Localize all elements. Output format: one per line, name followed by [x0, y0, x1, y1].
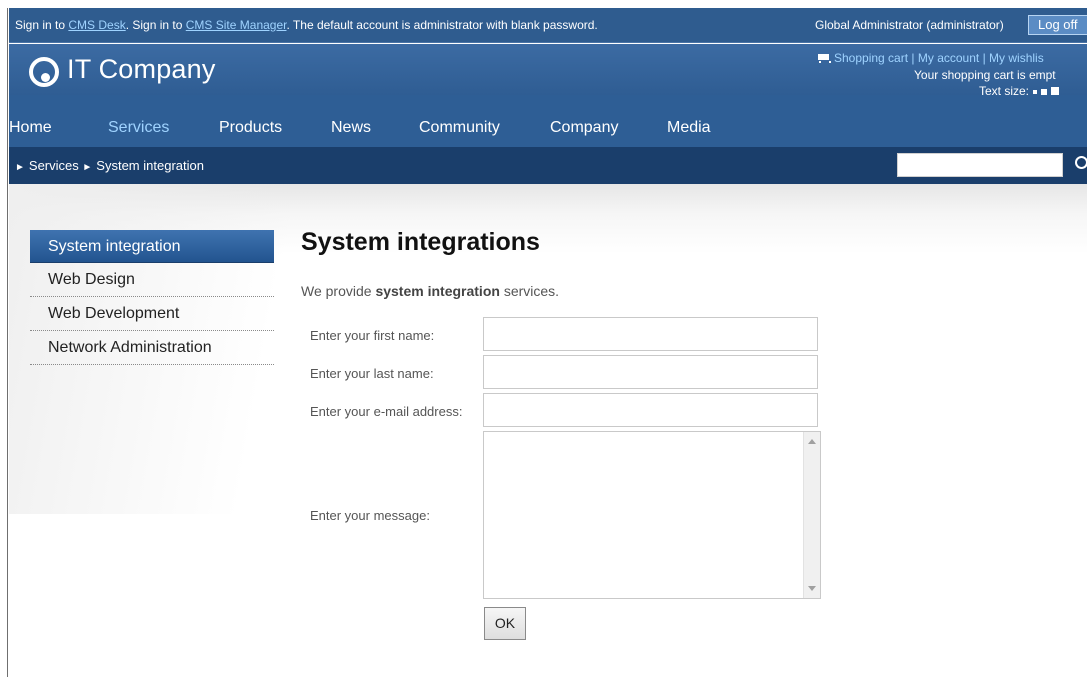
menu-item-media[interactable]: Media: [667, 119, 711, 137]
signin-prefix: Sign in to: [15, 18, 69, 32]
logo-text[interactable]: IT Company: [67, 54, 216, 85]
leftnav-item-system-integration[interactable]: System integration: [30, 230, 274, 263]
breadcrumb-services[interactable]: Services: [29, 158, 79, 173]
email-label: Enter your e-mail address:: [310, 404, 463, 419]
window-frame-top: [0, 0, 1087, 8]
leftnav-item-web-development[interactable]: Web Development: [30, 297, 274, 331]
cms-site-manager-link[interactable]: CMS Site Manager: [186, 18, 287, 32]
signin-suffix: . The default account is administrator w…: [286, 18, 598, 32]
search-input[interactable]: [897, 153, 1063, 177]
cart-status: Your shopping cart is empt: [914, 68, 1056, 82]
scroll-up-arrow-icon[interactable]: [808, 439, 816, 444]
shopping-cart-icon: [817, 54, 831, 63]
breadcrumb-bar: ► Services ► System integration: [9, 147, 1087, 184]
menu-item-company[interactable]: Company: [550, 119, 618, 137]
cms-desk-link[interactable]: CMS Desk: [68, 18, 125, 32]
breadcrumb-arrow-icon: ►: [82, 162, 93, 173]
scroll-down-arrow-icon[interactable]: [808, 586, 816, 591]
separator: |: [911, 51, 915, 65]
left-navigation: System integration Web Design Web Develo…: [30, 230, 274, 365]
message-scrollbar[interactable]: [803, 432, 820, 598]
my-wishlist-link[interactable]: My wishlis: [989, 51, 1044, 65]
menu-item-news[interactable]: News: [331, 119, 371, 137]
intro-text: We provide system integration services.: [301, 283, 559, 299]
window-frame-left: [0, 8, 8, 677]
first-name-field[interactable]: [483, 317, 818, 351]
header: IT Company Shopping cart | My account | …: [9, 44, 1087, 98]
leftnav-item-network-administration[interactable]: Network Administration: [30, 331, 274, 365]
last-name-label: Enter your last name:: [310, 366, 434, 381]
signin-middle: . Sign in to: [125, 18, 186, 32]
search-icon[interactable]: [1075, 156, 1087, 169]
breadcrumb: ► Services ► System integration: [15, 158, 204, 173]
intro-prefix: We provide: [301, 283, 376, 299]
first-name-label: Enter your first name:: [310, 328, 435, 343]
leftnav-item-web-design[interactable]: Web Design: [30, 263, 274, 297]
account-links: Shopping cart | My account | My wishlis: [817, 51, 1044, 65]
menu-item-services[interactable]: Services: [108, 119, 169, 137]
last-name-field[interactable]: [483, 355, 818, 389]
signin-message: Sign in to CMS Desk. Sign in to CMS Site…: [15, 18, 598, 32]
menu-item-community[interactable]: Community: [419, 119, 500, 137]
separator: |: [982, 51, 986, 65]
log-off-button[interactable]: Log off: [1028, 15, 1087, 35]
breadcrumb-current: System integration: [96, 158, 204, 173]
text-size-small-icon[interactable]: [1033, 89, 1038, 94]
page-title: System integrations: [301, 228, 540, 256]
topbar: Sign in to CMS Desk. Sign in to CMS Site…: [9, 8, 1087, 43]
logo-icon[interactable]: [29, 57, 59, 87]
message-label: Enter your message:: [310, 508, 430, 523]
menu-item-products[interactable]: Products: [219, 119, 282, 137]
shopping-cart-link[interactable]: Shopping cart: [834, 51, 908, 65]
breadcrumb-arrow-icon: ►: [15, 162, 25, 173]
intro-suffix: services.: [499, 283, 560, 299]
ok-button[interactable]: OK: [484, 607, 526, 640]
my-account-link[interactable]: My account: [918, 51, 979, 65]
current-user: Global Administrator (administrator): [815, 18, 1004, 32]
message-textarea[interactable]: [483, 431, 821, 599]
email-field[interactable]: [483, 393, 818, 427]
site: Sign in to CMS Desk. Sign in to CMS Site…: [9, 8, 1087, 677]
intro-bold: system integration: [375, 283, 500, 299]
menu-item-home[interactable]: Home: [9, 119, 52, 137]
text-size-medium-icon[interactable]: [1041, 88, 1048, 95]
main-menu: Home Services Products News Community Co…: [9, 95, 1087, 147]
logo-dot: [41, 73, 50, 82]
